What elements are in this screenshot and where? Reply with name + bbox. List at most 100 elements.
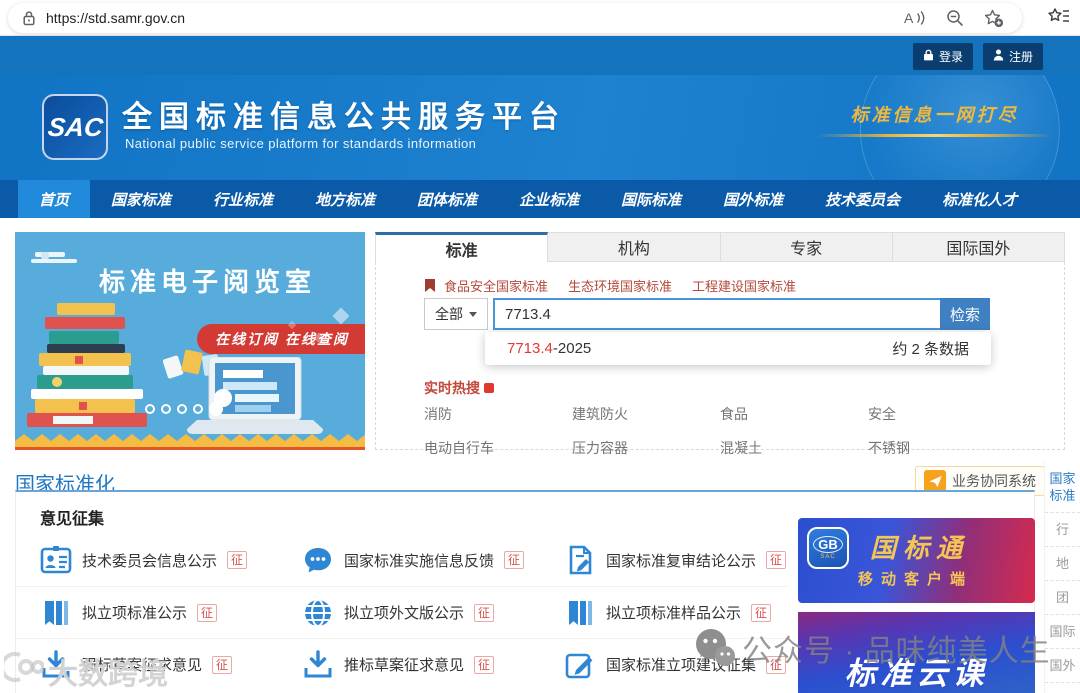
opinions-grid: 技术委员会信息公示 征 国家标准实施信息反馈 征 国家标准复审结论公示 征 拟立…: [16, 534, 788, 690]
hot-word[interactable]: 消防: [424, 404, 572, 424]
carousel-dots[interactable]: [145, 402, 223, 416]
link-proposed-standards[interactable]: 拟立项标准公示 征: [40, 597, 302, 629]
hot-word[interactable]: 不锈钢: [868, 438, 1016, 458]
hot-word[interactable]: 压力容器: [572, 438, 720, 458]
add-favorite-icon[interactable]: [984, 9, 1004, 28]
slogan-text: 标准信息一网打尽: [850, 105, 1019, 126]
link-tc-info-disclosure[interactable]: 技术委员会信息公示 征: [40, 544, 302, 576]
lock-icon: [923, 49, 934, 64]
register-label: 注册: [1008, 50, 1033, 64]
nav-item-international-standards[interactable]: 国际标准: [600, 180, 702, 218]
side-tab-foreign[interactable]: 国外: [1045, 649, 1080, 683]
scope-select[interactable]: 全部: [424, 298, 488, 330]
link-recommended-draft-comments[interactable]: 推标草案征求意见 征: [302, 649, 564, 681]
url-field[interactable]: https://std.samr.gov.cn A: [8, 3, 1022, 33]
banner-title: 标准电子阅览室: [99, 267, 317, 297]
id-card-icon: [40, 544, 72, 576]
login-label: 登录: [938, 50, 963, 64]
side-tab-local[interactable]: 地: [1045, 547, 1080, 581]
side-tab-national[interactable]: 国家标准: [1045, 462, 1080, 513]
collaboration-system-label: 业务协同系统: [952, 473, 1036, 489]
search-suggestion[interactable]: 7713.4-2025 约 2 条数据: [485, 332, 991, 365]
hot-word[interactable]: 建筑防火: [572, 404, 720, 424]
site-header: SAC 全国标准信息公共服务平台 National public service…: [0, 75, 1080, 180]
nav-item-enterprise-standards[interactable]: 企业标准: [498, 180, 600, 218]
carousel-dot[interactable]: [177, 404, 187, 414]
search-row: 全部 检索: [424, 298, 990, 330]
carousel-dot[interactable]: [145, 404, 155, 414]
site-security-icon[interactable]: [22, 10, 36, 26]
browser-window: https://std.samr.gov.cn A 登录 注册 SAC 全国标准…: [0, 0, 1080, 693]
gb-app-banner[interactable]: GB SAC 国标通 移动客户端: [798, 518, 1035, 603]
suggestion-text: 7713.4-2025: [507, 340, 592, 357]
search-panel: 标准 机构 专家 国际国外 食品安全国家标准 生态环境国家标准 工程建设国家标准…: [375, 232, 1065, 456]
standard-cloud-course-banner[interactable]: 标准云课: [798, 612, 1035, 693]
header-slogan: 标准信息一网打尽: [817, 101, 1052, 137]
nav-item-technical-committees[interactable]: 技术委员会: [804, 180, 921, 218]
slogan-underline: [817, 134, 1052, 137]
chat-bubble-icon: [302, 544, 334, 576]
nav-item-local-standards[interactable]: 地方标准: [294, 180, 396, 218]
sac-logo[interactable]: SAC: [42, 94, 108, 160]
globe-icon: [302, 597, 334, 629]
side-tab-international[interactable]: 国际: [1045, 615, 1080, 649]
zigzag-border: [15, 432, 365, 450]
link-proposed-reference-samples[interactable]: 拟立项标准样品公示 征: [564, 597, 804, 629]
solicit-badge: 征: [197, 603, 218, 622]
site-title: 全国标准信息公共服务平台: [122, 101, 566, 134]
link-mandatory-draft-comments[interactable]: 强标草案征求意见 征: [40, 649, 302, 681]
user-icon: [993, 49, 1004, 64]
link-implementation-feedback[interactable]: 国家标准实施信息反馈 征: [302, 544, 564, 576]
link-review-conclusion[interactable]: 国家标准复审结论公示 征: [564, 544, 804, 576]
gb-app-icon: GB SAC: [807, 527, 849, 569]
search-input[interactable]: [493, 298, 940, 330]
link-label: 国家标准实施信息反馈: [344, 552, 495, 570]
link-label: 推标草案征求意见: [344, 657, 465, 674]
nav-item-foreign-standards[interactable]: 国外标准: [702, 180, 804, 218]
tab-institutions[interactable]: 机构: [548, 232, 721, 262]
read-aloud-icon[interactable]: A: [904, 9, 926, 27]
gb-app-subtitle: 移动客户端: [858, 571, 974, 588]
carousel-dot-active[interactable]: [209, 402, 223, 416]
side-tab-industry[interactable]: 行: [1045, 513, 1080, 547]
search-tabs: 标准 机构 专家 国际国外: [375, 232, 1065, 262]
carousel-dot[interactable]: [193, 404, 203, 414]
hot-word[interactable]: 电动自行车: [424, 438, 572, 458]
search-panel-body: 食品安全国家标准 生态环境国家标准 工程建设国家标准 全部 检索 7713.4-…: [375, 262, 1065, 456]
quick-link-engineering[interactable]: 工程建设国家标准: [692, 276, 796, 295]
favorites-list-icon[interactable]: [1048, 7, 1070, 27]
gb-app-title: 国标通: [870, 534, 970, 564]
nav-item-standardization-talent[interactable]: 标准化人才: [921, 180, 1038, 218]
tab-experts[interactable]: 专家: [720, 232, 893, 262]
quick-link-eco-environment[interactable]: 生态环境国家标准: [568, 276, 672, 295]
hot-word[interactable]: 混凝土: [720, 438, 868, 458]
nav-item-industry-standards[interactable]: 行业标准: [192, 180, 294, 218]
nav-item-home[interactable]: 首页: [18, 180, 91, 218]
reading-room-banner[interactable]: 标准电子阅览室 在线订阅 在线查阅: [15, 232, 365, 450]
solicit-badge: 征: [766, 655, 787, 674]
tab-standards[interactable]: 标准: [375, 232, 549, 262]
quick-link-food-safety[interactable]: 食品安全国家标准: [444, 276, 548, 295]
zoom-out-icon[interactable]: [946, 9, 964, 27]
link-label: 国家标准复审结论公示: [606, 552, 757, 570]
hot-search-label: 实时热搜: [424, 378, 494, 398]
book-icon: [40, 597, 72, 629]
tab-international-foreign[interactable]: 国际国外: [892, 232, 1065, 262]
side-tab-group[interactable]: 团: [1045, 581, 1080, 615]
download-icon: [40, 649, 72, 681]
carousel-dot[interactable]: [161, 404, 171, 414]
nav-item-group-standards[interactable]: 团体标准: [396, 180, 498, 218]
main-nav: 首页 国家标准 行业标准 地方标准 团体标准 企业标准 国际标准 国外标准 技术…: [0, 180, 1080, 218]
link-label: 拟立项标准样品公示: [606, 605, 742, 622]
nav-item-national-standards[interactable]: 国家标准: [90, 180, 192, 218]
book-icon: [564, 597, 596, 629]
url-text[interactable]: https://std.samr.gov.cn: [46, 10, 904, 26]
search-button[interactable]: 检索: [940, 298, 990, 330]
link-foreign-language-versions[interactable]: 拟立项外文版公示 征: [302, 597, 564, 629]
hot-word[interactable]: 食品: [720, 404, 868, 424]
login-button[interactable]: 登录: [912, 43, 973, 70]
edit-square-icon: [564, 649, 596, 681]
register-button[interactable]: 注册: [982, 43, 1043, 70]
hot-word[interactable]: 安全: [868, 404, 1016, 424]
link-project-proposal-collection[interactable]: 国家标准立项建议征集 征: [564, 649, 804, 681]
